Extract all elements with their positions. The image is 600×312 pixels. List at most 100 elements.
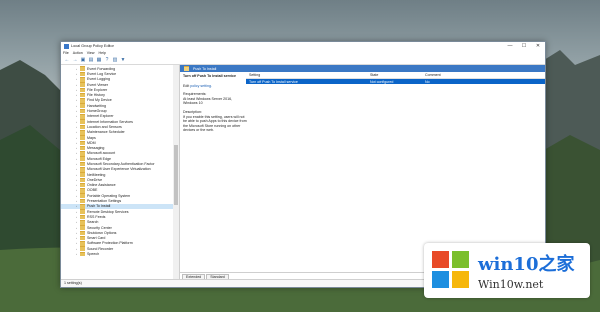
folder-icon <box>80 204 85 209</box>
folder-icon <box>80 214 85 220</box>
tree-item-label: RSS Feeds <box>87 214 106 219</box>
navigation-tree: › Event Forwarding › Event Log Service › Even… <box>61 65 180 280</box>
tree-item-label: HomeGroup <box>87 109 107 114</box>
tree-item-label: Online Assistance <box>87 183 116 188</box>
edit-line: Edit policy setting. <box>183 84 247 89</box>
folder-icon <box>80 235 85 241</box>
tree-item-label: Microsoft account <box>87 151 116 156</box>
folder-icon <box>80 119 85 124</box>
tree-item-label: Speech <box>87 252 100 257</box>
folder-icon <box>80 92 85 98</box>
tree-item-label: Portable Operating System <box>87 193 131 198</box>
forward-arrow-icon[interactable]: → <box>72 57 78 63</box>
tree-item-label: OOBE <box>87 188 98 193</box>
watermark-logo: win10之家 Win10w.net <box>424 243 590 298</box>
folder-icon <box>80 66 85 71</box>
scroll-thumb[interactable] <box>174 145 178 205</box>
column-state[interactable]: State <box>367 73 422 77</box>
tree-item-label: Internet Information Services <box>87 119 133 124</box>
table-row[interactable]: Turn off Push To Install service Not con… <box>246 79 545 84</box>
folder-icon <box>80 156 85 161</box>
toolbar: ← → ▣ ▤ ▦ ? ▥ ▼ <box>61 56 545 65</box>
folder-header-title: Push To Install <box>193 66 217 71</box>
maximize-button[interactable]: ☐ <box>517 42 531 50</box>
tree-item-label: Shutdown Options <box>87 230 117 235</box>
tree-item-label: Event Viewer <box>87 82 109 87</box>
folder-icon <box>80 166 85 172</box>
show-hide-tree-icon[interactable]: ▤ <box>88 57 94 63</box>
folder-icon <box>80 246 85 252</box>
tree-item-label: Location and Sensors <box>87 124 122 129</box>
tree-item-label: OneDrive <box>87 177 103 182</box>
folder-header: Push To Install <box>180 65 545 72</box>
folder-icon <box>80 172 85 177</box>
minimize-button[interactable]: — <box>503 42 517 50</box>
close-button[interactable]: ✕ <box>531 42 545 50</box>
back-arrow-icon[interactable]: ← <box>64 57 70 63</box>
menu-action[interactable]: Action <box>73 51 83 55</box>
tree-item-label: File History <box>87 93 105 98</box>
tree-scrollbar[interactable] <box>173 65 179 280</box>
folder-icon <box>80 87 85 93</box>
tree-item-label: Internet Explorer <box>87 114 114 119</box>
up-folder-icon[interactable]: ▣ <box>80 57 86 63</box>
tree-item-label: Maintenance Scheduler <box>87 130 125 135</box>
folder-icon <box>80 114 85 119</box>
setting-name: Turn off Push To Install service <box>249 79 298 84</box>
folder-icon <box>80 135 85 140</box>
folder-icon <box>80 251 85 257</box>
column-comment[interactable]: Comment <box>422 73 545 77</box>
tree-item-label: NetMeeting <box>87 172 106 177</box>
list-header: Setting State Comment <box>246 72 545 79</box>
properties-icon[interactable]: ▥ <box>112 57 118 63</box>
watermark-brand: win10之家 <box>478 254 575 275</box>
folder-icon <box>80 108 85 114</box>
folder-icon <box>80 209 85 214</box>
setting-state: Not configured <box>370 79 394 84</box>
window-title: Local Group Policy Editor <box>71 44 114 48</box>
description-text: If you enable this setting, users will n… <box>183 114 247 133</box>
folder-icon <box>80 140 85 146</box>
tree-item-label: Microsoft User Experience Virtualization <box>87 167 151 172</box>
tree-item-label: Remote Desktop Services <box>87 209 129 214</box>
requirements-text: At least Windows Server 2016, Windows 10 <box>183 96 233 106</box>
folder-icon <box>80 76 85 82</box>
setting-comment: No <box>425 79 430 84</box>
menu-help[interactable]: Help <box>99 51 106 55</box>
tree-item-label: Event Forwarding <box>87 66 116 71</box>
folder-icon <box>80 198 85 204</box>
tree-item-label: Event Log Service <box>87 71 117 76</box>
menu-view[interactable]: View <box>87 51 95 55</box>
tree-item-label: Messaging <box>87 146 105 151</box>
edit-policy-link[interactable]: policy setting. <box>190 84 212 88</box>
folder-icon <box>80 145 85 151</box>
tree-item-label: File Explorer <box>87 87 108 92</box>
folder-icon <box>80 82 85 87</box>
tree-item[interactable]: › Speech <box>61 251 173 257</box>
tree-item-label: Security Center <box>87 225 112 230</box>
folder-icon <box>184 66 189 71</box>
tree-item-label: Handwriting <box>87 103 106 108</box>
folder-icon <box>80 241 85 246</box>
folder-icon <box>80 182 85 188</box>
filter-icon[interactable]: ▼ <box>120 57 126 63</box>
folder-icon <box>80 124 85 130</box>
tree-item-label: Event Logging <box>87 77 110 82</box>
windows-logo-icon <box>432 250 472 291</box>
tree-item-label: Maps <box>87 135 96 140</box>
folder-icon <box>80 129 85 135</box>
export-list-icon[interactable]: ▦ <box>96 57 102 63</box>
description-panel: Turn off Push To Install service Edit po… <box>180 72 250 273</box>
tree-item-label: Software Protection Platform <box>87 241 133 246</box>
help-icon[interactable]: ? <box>104 57 110 63</box>
folder-icon <box>80 177 85 183</box>
tree-item-label: Microsoft Edge <box>87 156 111 161</box>
column-setting[interactable]: Setting <box>246 73 367 77</box>
folder-icon <box>80 219 85 225</box>
folder-icon <box>80 230 85 236</box>
tree-item-label: Smart Card <box>87 236 106 241</box>
menu-file[interactable]: File <box>63 51 69 55</box>
tree-item-label: Presentation Settings <box>87 199 122 204</box>
tree-item-label: MDM <box>87 140 96 145</box>
policy-title: Turn off Push To Install service <box>183 74 236 78</box>
